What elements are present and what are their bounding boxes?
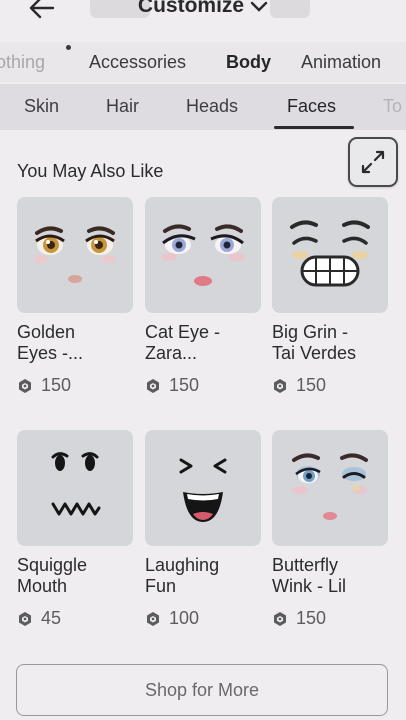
tab-clothing[interactable]: othing [0, 52, 45, 73]
price-value: 150 [296, 608, 327, 628]
item-card[interactable]: Laughing Fun 100 [145, 430, 263, 629]
item-name-line: Butterfly [272, 555, 339, 575]
robux-icon [19, 611, 31, 626]
big-grin-face-icon [290, 220, 370, 287]
item-name: Laughing Fun [145, 555, 263, 599]
item-name: Squiggle Mouth [17, 555, 135, 599]
chevron-down-icon [250, 0, 268, 18]
subtab-heads[interactable]: Heads [186, 96, 238, 117]
item-name-line: Fun [145, 576, 177, 596]
price-value: 45 [41, 608, 62, 628]
item-card[interactable]: Butterfly Wink - Lil 150 [272, 430, 390, 629]
tab-body[interactable]: Body [226, 52, 271, 73]
page-title: Customize [137, 0, 245, 17]
butterfly-wink-face-icon [292, 453, 368, 520]
subtab-skin[interactable]: Skin [24, 96, 59, 117]
subtab-torso[interactable]: To [383, 96, 402, 117]
subtab-hair[interactable]: Hair [106, 96, 139, 117]
active-tab-indicator [274, 126, 354, 129]
item-price: 150 [145, 375, 263, 396]
squiggle-mouth-face-icon [51, 452, 101, 516]
category-tab-bar: othing Accessories Body Animation [0, 42, 406, 82]
item-name-line: Golden [17, 322, 76, 342]
robux-icon [147, 611, 159, 626]
shop-for-more-button[interactable]: Shop for More [16, 664, 388, 716]
item-thumbnail [17, 197, 133, 313]
item-name: Butterfly Wink - Lil [272, 555, 390, 599]
cat-eye-face-icon [161, 224, 245, 286]
golden-eyes-face-icon [34, 226, 116, 283]
expand-icon [361, 150, 385, 174]
robux-icon [19, 378, 31, 393]
item-name: Golden Eyes -... [17, 322, 135, 366]
item-price: 150 [272, 375, 390, 396]
item-name-line: Squiggle [17, 555, 88, 575]
item-name-line: Laughing [145, 555, 220, 575]
tab-accessories[interactable]: Accessories [89, 52, 186, 73]
item-thumbnail [145, 430, 261, 546]
item-card[interactable]: Cat Eye - Zara... 150 [145, 197, 263, 396]
price-value: 150 [296, 375, 327, 395]
item-name: Cat Eye - Zara... [145, 322, 263, 366]
item-card[interactable]: Squiggle Mouth 45 [17, 430, 135, 629]
item-card[interactable]: Golden Eyes -... 150 [17, 197, 135, 396]
price-value: 150 [41, 375, 72, 395]
item-name-line: Wink - Lil [272, 576, 347, 596]
item-name-line: Tai Verdes [272, 343, 357, 363]
subcategory-tab-bar: Skin Hair Heads Faces To [0, 84, 406, 130]
item-name-line: Eyes -... [17, 343, 84, 363]
item-thumbnail [145, 197, 261, 313]
section-title: You May Also Like [17, 161, 164, 181]
item-name-line: Cat Eye - [145, 322, 221, 342]
tab-animation[interactable]: Animation [301, 52, 381, 73]
price-value: 150 [169, 375, 200, 395]
price-value: 100 [169, 608, 200, 628]
item-thumbnail [272, 197, 388, 313]
item-price: 100 [145, 608, 263, 629]
item-name: Big Grin - Tai Verdes [272, 322, 390, 366]
laughing-fun-face-icon [179, 458, 227, 522]
page-title-dropdown[interactable]: Customize [0, 0, 406, 18]
item-name-line: Zara... [145, 343, 198, 363]
item-name-line: Mouth [17, 576, 68, 596]
item-thumbnail [17, 430, 133, 546]
expand-button[interactable] [348, 137, 398, 187]
robux-icon [274, 611, 286, 626]
item-card[interactable]: Big Grin - Tai Verdes 150 [272, 197, 390, 396]
robux-icon [147, 378, 159, 393]
notification-dot [66, 45, 71, 50]
item-price: 150 [17, 375, 135, 396]
item-name-line: Big Grin - [272, 322, 349, 342]
item-price: 45 [17, 608, 135, 629]
item-price: 150 [272, 608, 390, 629]
robux-icon [274, 378, 286, 393]
top-bar: Customize [0, 0, 406, 38]
item-thumbnail [272, 430, 388, 546]
subtab-faces[interactable]: Faces [287, 96, 336, 117]
